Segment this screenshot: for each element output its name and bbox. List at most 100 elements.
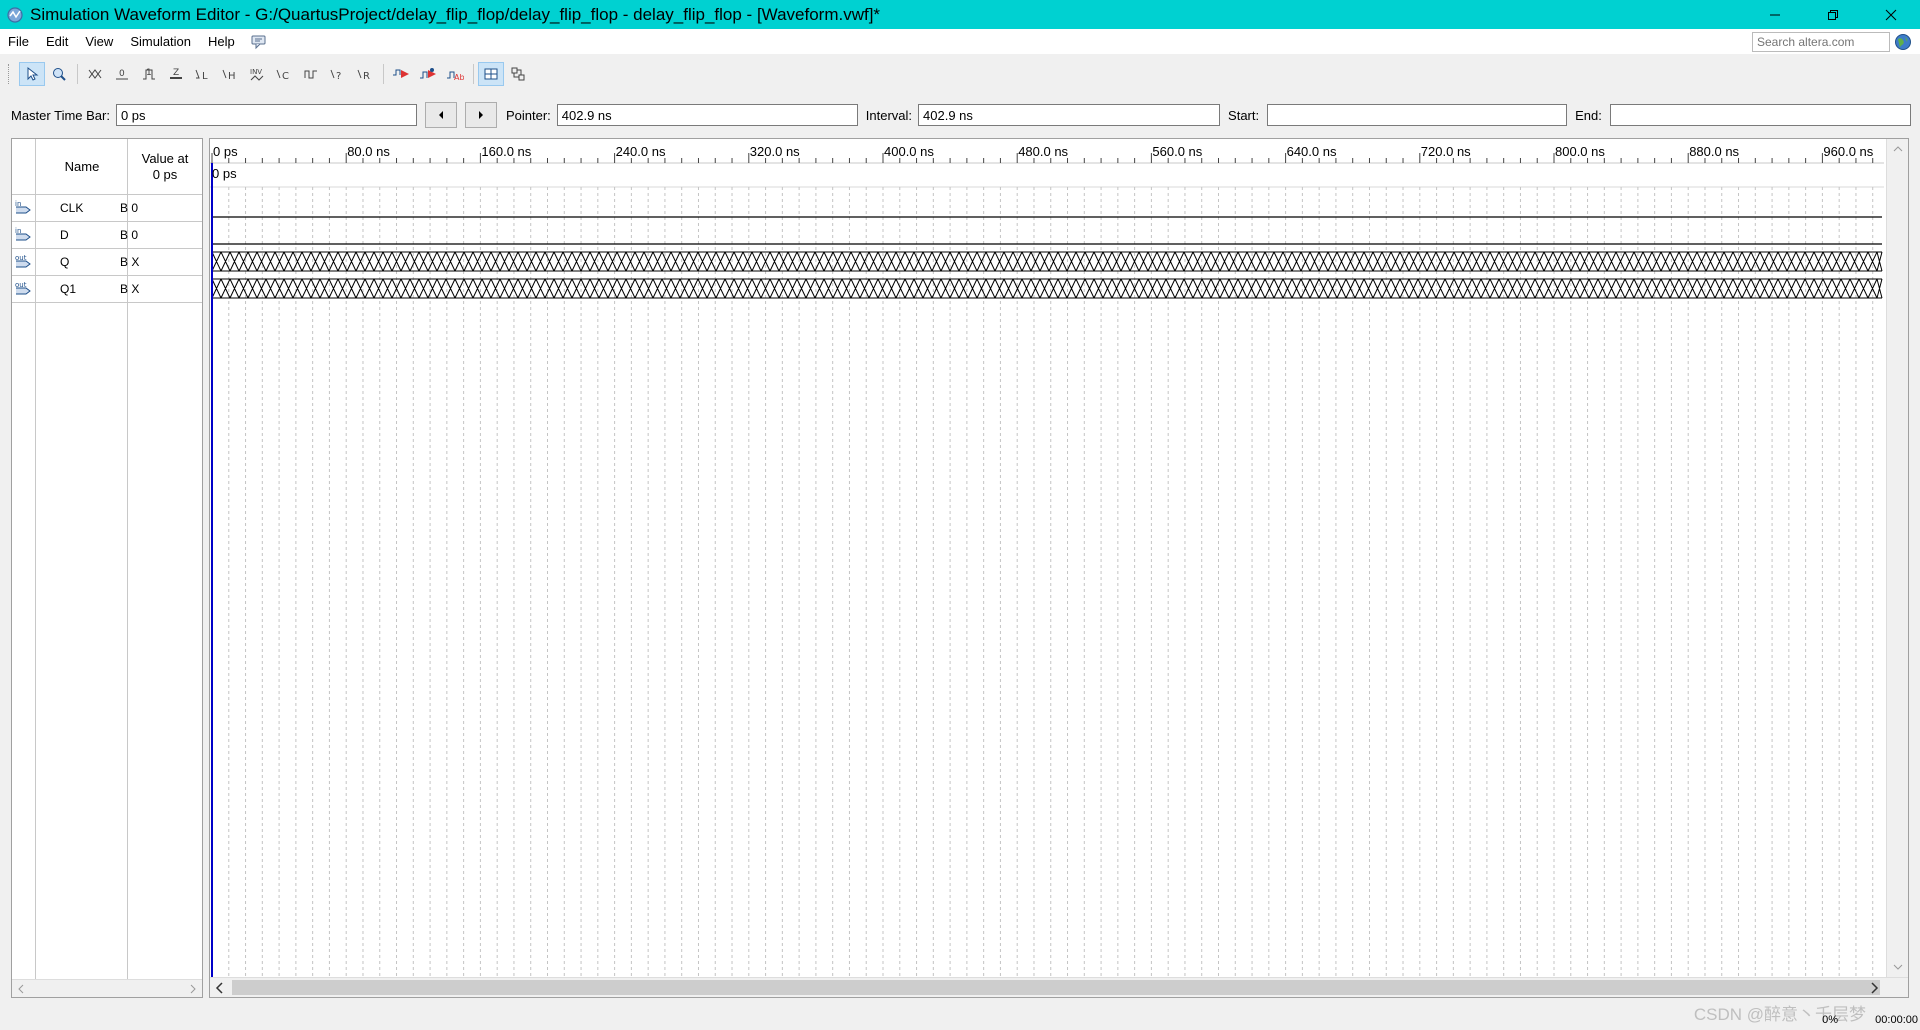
testbench-icon: Ab (447, 71, 464, 82)
svg-text:H: H (228, 71, 236, 82)
next-transition-button[interactable] (464, 102, 497, 128)
value-column-header[interactable]: Value at 0 ps (128, 151, 202, 183)
ruler-label: 480.0 ns (1018, 144, 1069, 159)
scroll-left-icon (18, 984, 24, 994)
svg-text:C: C (282, 71, 289, 82)
count-value-button[interactable]: C (271, 62, 297, 86)
generate-testbench-button[interactable]: Ab (442, 62, 468, 86)
start-input[interactable] (1267, 104, 1568, 126)
force-unknown-button[interactable] (82, 62, 108, 86)
menu-simulation[interactable]: Simulation (122, 34, 200, 49)
signal-value: B 0 (120, 228, 139, 242)
invert-icon: INV (250, 68, 264, 81)
signal-trace-q1 (211, 278, 1883, 299)
run-functional-simulation-button[interactable] (388, 62, 414, 86)
menu-edit[interactable]: Edit (38, 34, 77, 49)
signal-name: D (60, 228, 69, 242)
output-pin-icon: out (15, 281, 31, 295)
zoom-tool-button[interactable] (46, 62, 72, 86)
input-pin-icon: in (15, 200, 31, 214)
toolbar-separator (473, 64, 474, 84)
previous-transition-button[interactable] (424, 102, 457, 128)
ruler-label: 160.0 ns (481, 144, 532, 159)
grid-icon (484, 68, 498, 80)
svg-text:0: 0 (119, 69, 125, 79)
signal-row-clk[interactable]: in CLK B 0 (12, 195, 202, 222)
toolbar-separator (77, 64, 78, 84)
window-title: Simulation Waveform Editor - G:/QuartusP… (30, 4, 881, 24)
waveform-vertical-scrollbar[interactable] (1886, 139, 1908, 977)
unknown-value-icon (88, 69, 102, 79)
scroll-up-icon (1893, 146, 1903, 152)
force-low-button[interactable]: 0 (109, 62, 135, 86)
search-input[interactable] (1752, 32, 1890, 52)
signal-row-q1[interactable]: out Q1 B X (12, 276, 202, 303)
master-time-bar-label: Master Time Bar: (11, 107, 110, 123)
weak-high-button[interactable]: H (217, 62, 243, 86)
feedback-icon[interactable] (250, 34, 268, 50)
watermark: CSDN @醉意丶千层梦 (1693, 1005, 1866, 1024)
progress-percent: 0% (1822, 1014, 1838, 1026)
ruler-label: 320.0 ns (749, 144, 800, 159)
end-input[interactable] (1609, 104, 1911, 126)
count-value-icon: C (276, 69, 289, 82)
group-icon (511, 67, 525, 81)
toolbar: 0 1 Z L H INV C ? R Ab (0, 60, 1920, 88)
ruler-label: 640.0 ns (1286, 144, 1337, 159)
end-label: End: (1575, 107, 1602, 123)
ruler-label: 800.0 ns (1555, 144, 1605, 159)
restore-button[interactable] (1804, 0, 1862, 29)
svg-text:INV: INV (250, 68, 262, 76)
high-impedance-button[interactable]: Z (163, 62, 189, 86)
menu-file[interactable]: File (0, 34, 38, 49)
arrow-left-icon (438, 111, 443, 119)
interval-input[interactable] (918, 104, 1221, 126)
overwrite-clock-button[interactable] (298, 62, 324, 86)
minimize-icon (1770, 14, 1780, 15)
waveform-canvas[interactable] (210, 139, 1886, 977)
restore-icon (1828, 9, 1838, 20)
signal-row-q[interactable]: out Q B X (12, 249, 202, 276)
arbitrary-value-button[interactable]: ? (325, 62, 351, 86)
snap-to-grid-button[interactable] (478, 62, 504, 86)
menu-view[interactable]: View (77, 34, 122, 49)
menu-help[interactable]: Help (200, 34, 244, 49)
run-timing-simulation-button[interactable] (415, 62, 441, 86)
master-time-bar-input[interactable] (115, 104, 417, 126)
time-bar-row: Master Time Bar: Pointer: Interval: Star… (0, 102, 1920, 128)
signal-name: Q1 (60, 282, 77, 296)
ruler-label: 560.0 ns (1152, 144, 1203, 159)
waveform-horizontal-scrollbar[interactable] (210, 977, 1908, 997)
app-icon (7, 6, 23, 23)
ruler-label: 720.0 ns (1420, 144, 1471, 159)
name-column-header[interactable]: Name (36, 159, 128, 174)
horizontal-scroll-thumb[interactable] (232, 980, 1880, 995)
toolbar-separator (383, 64, 384, 84)
signal-list-horizontal-scrollbar[interactable] (12, 979, 202, 997)
clock-icon (304, 70, 317, 79)
scroll-left-icon (215, 982, 223, 994)
pointer-input[interactable] (556, 104, 858, 126)
signal-table-header: Name Value at 0 ps (12, 139, 202, 195)
pointer-icon (27, 66, 39, 81)
random-value-button[interactable]: R (352, 62, 378, 86)
weak-low-icon: L (195, 69, 208, 82)
svg-text:L: L (202, 71, 208, 82)
signal-list-pane: Name Value at 0 ps in CLK B 0 in D B 0 o… (11, 138, 203, 998)
weak-low-button[interactable]: L (190, 62, 216, 86)
ruler-label: 880.0 ns (1689, 144, 1740, 159)
zoom-icon (53, 68, 66, 81)
scroll-down-icon (1893, 964, 1903, 970)
minimize-button[interactable] (1746, 0, 1804, 29)
invert-button[interactable]: INV (244, 62, 270, 86)
group-button[interactable] (505, 62, 531, 86)
signal-row-d[interactable]: in D B 0 (12, 222, 202, 249)
elapsed-time: 00:00:00 (1875, 1014, 1918, 1026)
waveform-pane[interactable]: 0 ps 80.0 ns 160.0 ns 240.0 ns 320.0 ns 400.0… (209, 138, 1909, 998)
menu-bar: File Edit View Simulation Help (0, 29, 1920, 54)
globe-icon[interactable] (1894, 33, 1912, 51)
selection-tool-button[interactable] (19, 62, 45, 86)
svg-text:R: R (363, 71, 370, 82)
force-high-button[interactable]: 1 (136, 62, 162, 86)
close-button[interactable] (1862, 0, 1920, 29)
